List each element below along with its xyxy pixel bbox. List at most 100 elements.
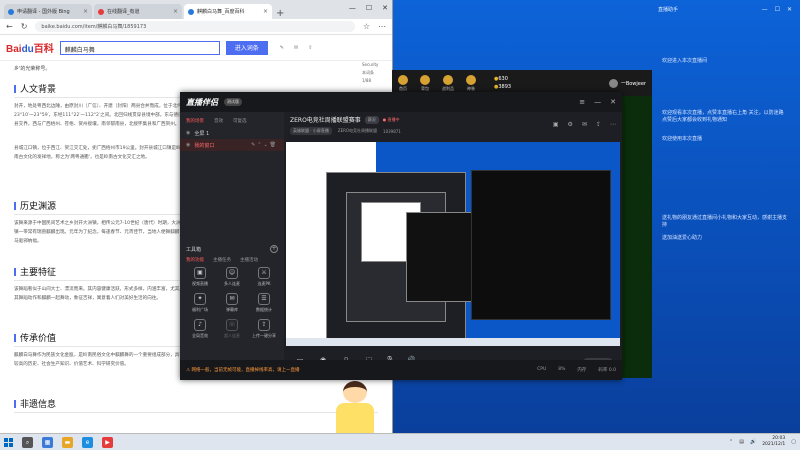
stream-status-bar: ⚠ 网络一般，当前无帧可能，直播掉线率高，请上一直播 CPU 8% 内存 码率 … xyxy=(180,360,622,380)
refresh-icon[interactable]: ↻ xyxy=(21,22,28,31)
cpu-value: 8% xyxy=(558,367,566,372)
tool-share[interactable]: ⇪ 上传一键分享 xyxy=(248,319,280,339)
enter-entry-button[interactable]: 进入词条 xyxy=(225,40,268,55)
add-tool-icon[interactable]: + xyxy=(270,245,278,253)
game-home-icon[interactable]: 首页 xyxy=(398,74,408,92)
tab-host-tasks[interactable]: 主播任务 xyxy=(213,257,231,263)
stream-app-icon[interactable]: ▶ xyxy=(102,436,113,448)
side-link[interactable]: 1/88 xyxy=(362,77,392,85)
game-side-strip xyxy=(622,96,652,378)
network-icon[interactable]: ▤ xyxy=(739,439,744,445)
maximize-button[interactable]: ☐ xyxy=(775,6,780,13)
address-bar[interactable]: baike.baidu.com/item/麒麟白马舞/1859173 xyxy=(35,21,355,32)
star-icon[interactable]: ☆ xyxy=(363,22,370,31)
tab-sound[interactable]: 音效 xyxy=(214,118,223,124)
stream-app-window: 直播伴侣 测试版 ≡ — ✕ 我的场景 音效 可复选 ◉ 全屏 1 ◉ 我的窗口… xyxy=(180,92,622,380)
chart-icon: ☰ xyxy=(258,293,270,305)
game-loot-icon[interactable]: 战利品 xyxy=(442,74,454,92)
volume-icon[interactable]: 🔊 xyxy=(750,439,756,445)
close-icon[interactable]: × xyxy=(173,8,178,15)
search-icon[interactable]: ⌕ xyxy=(22,436,33,448)
tool-pk[interactable]: ⚔ 连麦PK xyxy=(248,267,280,287)
section-text: 麒麟白马舞作为民族文化金瓯，是岭南民俗文化中麒麟舞的一个重要组成部分，具有较高的… xyxy=(14,353,184,367)
section-title: 非遗信息 xyxy=(14,397,378,413)
chevron-up-icon[interactable]: ⌃ xyxy=(729,439,733,445)
close-button[interactable]: ✕ xyxy=(610,98,616,106)
close-icon[interactable]: × xyxy=(263,8,268,15)
scene-ops-icons[interactable]: ✎⌃⌄🗑 xyxy=(251,142,278,148)
tab-host-events[interactable]: 主播活动 xyxy=(240,257,258,263)
baike-header: Baidu百科 麒麟白马舞 进入词条 ✎ ✉ ⇪ xyxy=(0,35,392,61)
tool-super-mic[interactable]: ☏ 超人连麦 xyxy=(216,319,248,339)
edge-browser-icon[interactable]: e xyxy=(82,436,93,448)
scene-tabs: 我的场景 音效 可复选 xyxy=(180,112,284,127)
settings-icon[interactable]: ⚙ xyxy=(568,121,573,128)
new-tab-button[interactable]: + xyxy=(276,8,284,19)
more-icon[interactable]: ⋯ xyxy=(610,121,616,128)
tool-tabs: 我的功能 主播任务 主播活动 xyxy=(180,255,284,267)
windows-start-icon[interactable] xyxy=(4,437,13,447)
task-view-icon[interactable]: ▦ xyxy=(42,436,53,448)
chat-icon[interactable]: ✉ xyxy=(582,121,587,128)
swords-icon: ⚔ xyxy=(258,267,270,279)
file-explorer-icon[interactable]: ▬ xyxy=(62,436,73,448)
browser-tab-baike[interactable]: 麒麟白马舞_百度百科 × xyxy=(184,4,272,19)
menu-icon[interactable]: ⋯ xyxy=(378,22,386,31)
eye-icon[interactable]: ◉ xyxy=(186,142,190,148)
game-user[interactable]: 一Bowjeer xyxy=(608,78,646,88)
chat-title: 直播助手 xyxy=(658,7,679,13)
edit-icon[interactable]: ✎ xyxy=(280,45,284,51)
side-link[interactable]: Security xyxy=(362,61,392,69)
minimize-button[interactable]: — xyxy=(762,6,768,13)
search-input[interactable]: 麒麟白马舞 xyxy=(59,40,220,55)
screenshot-icon[interactable]: ▣ xyxy=(553,121,559,128)
scene-item-selected[interactable]: ◉ 我的窗口 ✎⌃⌄🗑 xyxy=(180,139,284,151)
maximize-button[interactable]: ☐ xyxy=(366,4,372,12)
close-button[interactable]: ✕ xyxy=(382,4,388,12)
discuss-icon[interactable]: ✉ xyxy=(294,45,298,51)
tool-grid: ▣ 视频直播 ☺ 多人连麦 ⚔ 连麦PK ✦ 福利广场 ✉ 弹幕库 ☰ 数据统计 ♪ 全局音效… xyxy=(180,267,284,339)
baidu-logo[interactable]: Baidu百科 xyxy=(6,40,54,55)
eye-icon[interactable]: ◉ xyxy=(186,130,190,136)
tool-video-live[interactable]: ▣ 视频直播 xyxy=(184,267,216,287)
browser-tab-youdao[interactable]: 在线翻译_有道 × xyxy=(94,4,182,19)
chat-message: 欢迎进入本次直播间 xyxy=(662,58,708,64)
tool-welfare[interactable]: ✦ 福利广场 xyxy=(184,293,216,313)
tab-multi[interactable]: 可复选 xyxy=(233,118,247,124)
share-icon[interactable]: ⇪ xyxy=(308,45,312,51)
youdao-icon xyxy=(98,8,104,15)
message-icon: ✉ xyxy=(226,293,238,305)
tool-multi-mic[interactable]: ☺ 多人连麦 xyxy=(216,267,248,287)
game-gear-icon[interactable]: 神装 xyxy=(466,74,476,92)
close-button[interactable]: ✕ xyxy=(787,6,792,13)
stream-preview[interactable] xyxy=(286,142,620,346)
room-title[interactable]: ZERO电竞社周播联盟赛事 xyxy=(290,115,361,124)
tab-label: 在线翻译_有道 xyxy=(107,9,140,15)
close-icon[interactable]: × xyxy=(83,8,88,15)
tool-danmaku[interactable]: ✉ 弹幕库 xyxy=(216,293,248,313)
minimize-button[interactable]: — xyxy=(349,4,356,12)
chat-message: 送加油送爱心助力 xyxy=(662,235,703,241)
back-icon[interactable]: ← xyxy=(6,22,13,31)
room-category[interactable]: 英雄联盟 · 小屏直播 xyxy=(290,127,332,135)
scene-item[interactable]: ◉ 全屏 1 xyxy=(180,127,284,139)
share-icon[interactable]: ⇪ xyxy=(596,121,601,128)
browser-tab-bing[interactable]: 申请翻译 - 国外版 Bing × xyxy=(4,4,92,19)
coin-counters: 630 3893 xyxy=(494,76,511,90)
side-links: Security 本词条 1/88 xyxy=(362,61,392,85)
browser-tabbar: 申请翻译 - 国外版 Bing × 在线翻译_有道 × 麒麟白马舞_百度百科 × + … xyxy=(0,0,392,19)
game-bag-icon[interactable]: 背包 xyxy=(420,74,430,92)
minimize-button[interactable]: — xyxy=(594,98,601,106)
notification-icon[interactable]: ▢ xyxy=(791,439,796,445)
clock[interactable]: 20:03 2021/12/1 xyxy=(762,436,785,448)
tool-stats[interactable]: ☰ 数据统计 xyxy=(248,293,280,313)
tab-my-functions[interactable]: 我的功能 xyxy=(186,257,204,263)
tab-label: 麒麟白马舞_百度百科 xyxy=(197,9,245,15)
gem-count: 3893 xyxy=(494,84,511,90)
bitrate-value: 码率 0.0 xyxy=(598,368,616,373)
menu-icon[interactable]: ≡ xyxy=(579,98,585,106)
tab-my-scenes[interactable]: 我的场景 xyxy=(186,118,204,124)
side-link[interactable]: 本词条 xyxy=(362,69,392,77)
tool-global-sound[interactable]: ♪ 全局音效 xyxy=(184,319,216,339)
address-bar-row: ← ↻ baike.baidu.com/item/麒麟白马舞/1859173 ☆… xyxy=(0,19,392,35)
